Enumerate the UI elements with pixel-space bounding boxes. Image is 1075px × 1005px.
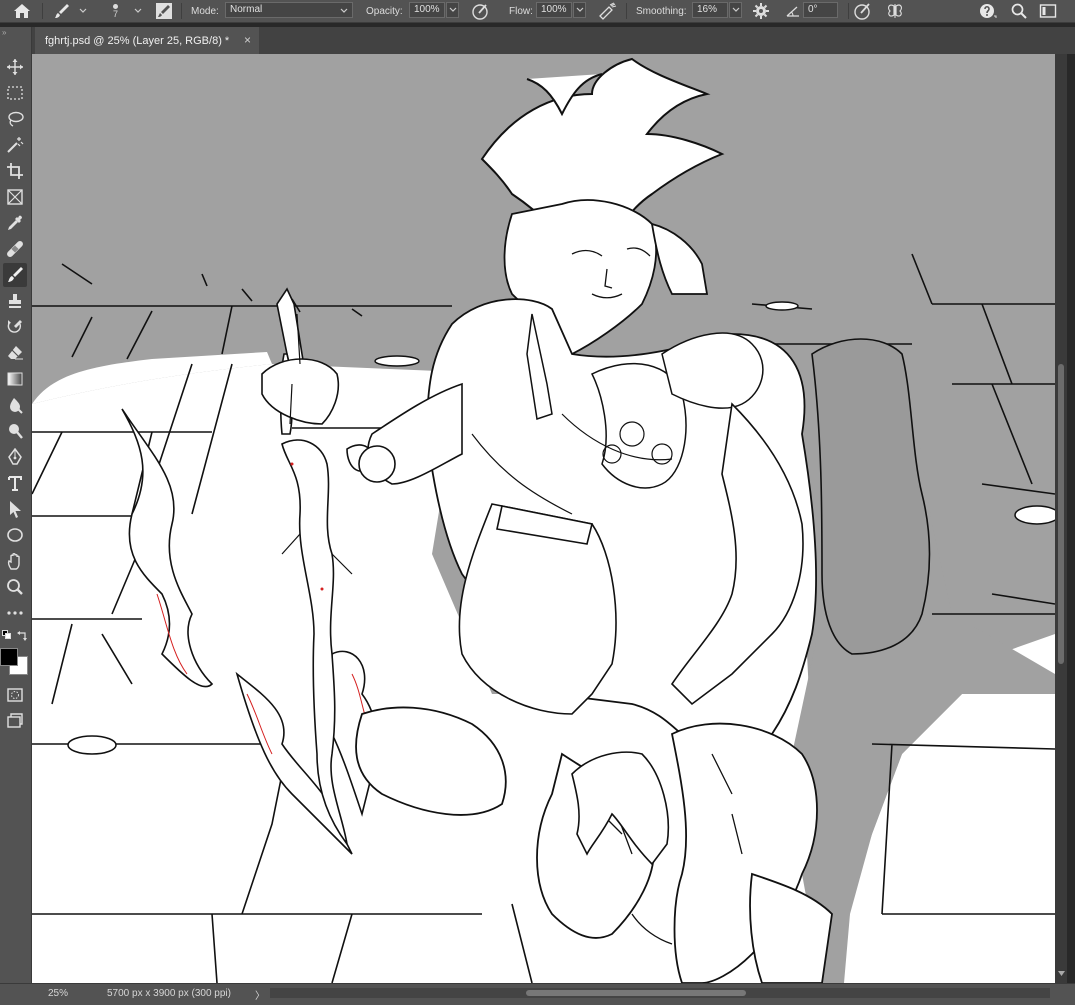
mode-select[interactable]: Normal [225,2,353,18]
more-icon[interactable] [3,601,27,625]
flow-value: 100% [541,4,567,15]
angle-value: 0° [808,4,818,15]
mode-label: Mode: [191,5,219,17]
brush-size-value: 7 [113,8,119,19]
workspace-icon[interactable] [1039,0,1057,22]
angle-icon [785,0,801,22]
document-tab[interactable]: fghrtj.psd @ 25% (Layer 25, RGB/8) * × [35,27,259,54]
pressure-size-icon[interactable] [853,0,873,22]
ellipse-icon[interactable] [3,523,27,547]
search-icon[interactable] [1010,0,1028,22]
panel-collapse-icon[interactable]: » [2,28,7,37]
horizontal-scrollbar[interactable] [270,988,1050,998]
opacity-dropdown[interactable] [446,2,459,18]
document-info: 5700 px x 3900 px (300 ppi) [107,988,231,999]
screen-mode-icon[interactable] [3,709,27,733]
scroll-down-icon[interactable] [1058,971,1065,977]
foreground-color-swatch[interactable] [0,648,18,666]
zoom-level[interactable]: 25% [48,988,68,999]
horizontal-scroll-thumb[interactable] [526,990,746,996]
foreground-color-fill [1,649,17,665]
marquee-icon[interactable] [3,81,27,105]
gradient-icon[interactable] [3,367,27,391]
close-icon[interactable]: × [244,33,251,47]
swap-colors-icon[interactable] [16,630,28,645]
lasso-icon[interactable] [3,107,27,131]
airbrush-icon[interactable] [597,0,617,22]
brush-tool-icon[interactable] [3,263,27,287]
path-select-icon[interactable] [3,497,27,521]
stamp-icon[interactable] [3,289,27,313]
mode-value: Normal [230,4,263,15]
move-icon[interactable] [3,55,27,79]
flow-input[interactable]: 100% [536,2,572,18]
hand-icon[interactable] [3,549,27,573]
flow-label: Flow: [509,5,533,17]
status-bar: 25% 5700 px x 3900 px (300 ppi) 〉 [0,983,1075,1005]
opacity-input[interactable]: 100% [409,2,445,18]
canvas[interactable] [32,54,1055,983]
smoothing-label: Smoothing: [636,5,687,17]
brush-size-preview[interactable]: 7 [113,0,118,22]
frame-icon[interactable] [3,185,27,209]
magic-wand-icon[interactable] [3,133,27,157]
default-colors-icon[interactable] [2,630,12,643]
healing-icon[interactable] [3,237,27,261]
tools-panel: » [0,27,32,983]
opacity-value: 100% [414,4,440,15]
eraser-icon[interactable] [3,341,27,365]
pen-icon[interactable] [3,445,27,469]
brush-icon[interactable] [52,0,72,22]
dodge-icon[interactable] [3,419,27,443]
vertical-scrollbar[interactable] [1055,54,1067,983]
eyedropper-icon[interactable] [3,211,27,235]
symmetry-icon[interactable] [885,0,905,22]
zoom-icon[interactable] [3,575,27,599]
options-bar: 7 Mode: Normal Opacity: 100% Flow: 100% … [0,0,1075,23]
opacity-label: Opacity: [366,5,403,17]
smoothing-dropdown[interactable] [729,2,742,18]
chevron-down-icon[interactable] [79,0,87,22]
angle-input[interactable]: 0° [803,2,838,18]
quick-mask-icon[interactable] [3,683,27,707]
home-icon[interactable] [12,0,32,22]
type-icon[interactable] [3,471,27,495]
line-art-illustration[interactable] [32,54,1055,983]
smoothing-input[interactable]: 16% [692,2,728,18]
pressure-opacity-icon[interactable] [471,0,489,22]
flow-dropdown[interactable] [573,2,586,18]
status-menu-arrow[interactable]: 〉 [255,987,265,1002]
brush-settings-icon[interactable] [155,0,173,22]
history-brush-icon[interactable] [3,315,27,339]
smoothing-value: 16% [697,4,718,15]
blur-icon[interactable] [3,393,27,417]
crop-icon[interactable] [3,159,27,183]
chevron-down-icon[interactable] [134,0,142,22]
document-title: fghrtj.psd @ 25% (Layer 25, RGB/8) * [45,34,230,47]
help-icon[interactable] [979,0,999,22]
document-tab-bar: fghrtj.psd @ 25% (Layer 25, RGB/8) * × [32,27,1075,54]
vertical-scroll-thumb[interactable] [1058,364,1064,664]
gear-icon[interactable] [752,0,770,22]
